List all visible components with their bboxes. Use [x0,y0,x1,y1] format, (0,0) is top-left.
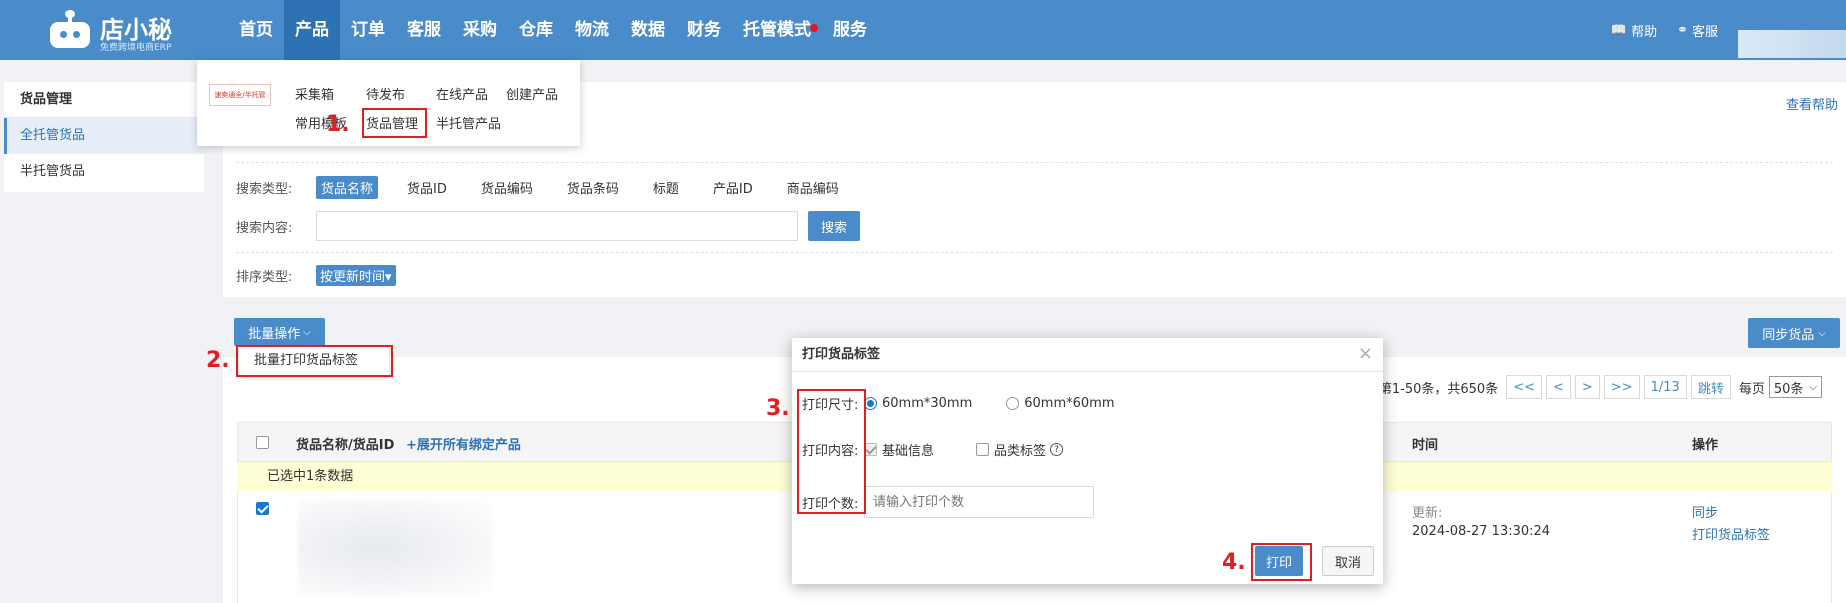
cancel-button[interactable]: 取消 [1322,546,1374,576]
headset-icon: ⚭ [1677,22,1688,38]
nav-purchase[interactable]: 采购 [452,0,508,60]
close-icon[interactable]: × [1358,343,1373,364]
search-type-product-id[interactable]: 产品ID [708,176,758,199]
view-help-link[interactable]: 查看帮助 [1786,94,1838,113]
robot-logo-icon [48,10,92,50]
size-60x30-label: 60mm*30mm [882,396,973,411]
menu-semi-hosted-products[interactable]: 半托管产品 [436,113,501,132]
annotation-box-goods-management [362,108,427,138]
search-type-title[interactable]: 标题 [648,176,684,199]
first-page-button[interactable]: << [1506,375,1543,399]
size-60x60-label: 60mm*60mm [1024,396,1115,411]
nav-orders[interactable]: 订单 [340,0,396,60]
menu-online-products[interactable]: 在线产品 [436,84,488,103]
top-right-links: 📖 帮助 ⚭ 客服 [1611,0,1846,60]
print-count-input[interactable] [864,486,1094,518]
help-link[interactable]: 📖 帮助 [1611,21,1657,40]
search-type-barcode[interactable]: 货品条码 [562,176,624,199]
next-page-button[interactable]: > [1574,375,1600,399]
category-label-checkbox[interactable] [976,443,990,456]
col-time: 时间 [1412,438,1439,453]
page-indicator[interactable]: 1/13 [1643,375,1687,399]
annotation-box-print-button [1251,543,1312,581]
nav-home[interactable]: 首页 [228,0,284,60]
menu-pending-publish[interactable]: 待发布 [366,84,405,103]
user-account-box[interactable] [1738,30,1846,58]
nav-customer-service[interactable]: 客服 [396,0,452,60]
category-label-label: 品类标签 [994,444,1047,459]
nav-finance[interactable]: 财务 [676,0,732,60]
pagination: 第1-50条，共650条 << < > >> 1/13 跳转 每页 50条 ⌵ [1379,375,1822,399]
annotation-1: 1. [326,112,350,137]
batch-operations-button[interactable]: 批量操作 ⌵ [234,318,325,346]
annotation-2: 2. [206,348,230,373]
sort-select[interactable]: 按更新时间▾ [316,265,396,286]
service-link[interactable]: ⚭ 客服 [1677,21,1718,40]
search-type-sku-code[interactable]: 商品编码 [782,176,844,199]
expand-all-link[interactable]: +展开所有绑定产品 [406,434,521,453]
logo[interactable]: 店小秘 免费跨境电商ERP [48,8,178,53]
search-input[interactable] [316,211,798,241]
sort-label: 排序类型: [236,270,293,285]
search-type-goods-code[interactable]: 货品编码 [476,176,538,199]
row-sync-link[interactable]: 同步 [1692,502,1718,521]
menu-collect-box[interactable]: 采集箱 [295,84,334,103]
chevron-down-icon: ⌵ [1818,327,1826,339]
nav-products[interactable]: 产品 [284,0,340,60]
product-thumbnail [298,500,493,595]
row-print-label-link[interactable]: 打印货品标签 [1692,524,1770,543]
nav-logistics[interactable]: 物流 [564,0,620,60]
per-page-select[interactable]: 50条 ⌵ [1768,376,1822,398]
nav-warehouse[interactable]: 仓库 [508,0,564,60]
search-type-goods-name[interactable]: 货品名称 [316,176,379,199]
annotation-box-form-labels [797,389,866,514]
nav-hosted-mode[interactable]: 托管模式 [732,0,822,60]
aliexpress-hosted-badge[interactable]: 速卖通全/半托管 [209,84,271,106]
prev-page-button[interactable]: < [1546,375,1571,399]
question-icon[interactable]: ? [1050,443,1064,456]
chevron-down-icon: ⌵ [303,326,311,338]
chevron-down-icon: ⌵ [1809,381,1817,393]
size-60x60-radio[interactable] [1006,397,1020,410]
search-type-row: 搜索类型: 货品名称 货品ID 货品编码 货品条码 标题 产品ID 商品编码 [236,176,868,199]
sidebar: 货品管理 全托管货品 半托管货品 [4,82,204,192]
logo-subtitle: 免费跨境电商ERP [100,43,172,53]
per-page-label: 每页 [1738,381,1765,397]
main-nav: 首页 产品 订单 客服 采购 仓库 物流 数据 财务 托管模式 服务 [228,0,878,60]
top-nav-bar: 店小秘 免费跨境电商ERP 首页 产品 订单 客服 采购 仓库 物流 数据 财务… [0,0,1846,60]
modal-title: 打印货品标签 [792,338,1383,372]
annotation-4: 4. [1222,550,1246,575]
annotation-3: 3. [766,396,790,421]
col-action: 操作 [1692,438,1719,453]
sync-goods-button[interactable]: 同步货品 ⌵ [1748,318,1840,348]
sidebar-item-semi-hosted[interactable]: 半托管货品 [4,154,204,190]
col-goods-name: 货品名称/货品ID [296,438,395,453]
updated-time: 2024-08-27 13:30:24 [1412,524,1551,539]
book-icon: 📖 [1610,22,1628,38]
jump-button[interactable]: 跳转 [1690,375,1731,399]
updated-label: 更新: [1412,506,1443,521]
last-page-button[interactable]: >> [1603,375,1640,399]
nav-services[interactable]: 服务 [822,0,878,60]
search-content-row: 搜索内容: 搜索 [236,211,860,241]
nav-data[interactable]: 数据 [620,0,676,60]
annotation-box-batch-print [236,345,393,377]
sort-row: 排序类型: 按更新时间▾ [236,265,420,286]
search-type-label: 搜索类型: [236,182,293,197]
search-button[interactable]: 搜索 [808,211,860,241]
row-checkbox[interactable] [256,502,269,515]
basic-info-label: 基础信息 [882,444,935,459]
sidebar-title: 货品管理 [4,82,204,118]
sidebar-item-fully-hosted[interactable]: 全托管货品 [4,118,204,154]
menu-create-product[interactable]: 创建产品 [506,84,558,103]
pagination-summary: 第1-50条，共650条 [1378,381,1499,397]
search-type-goods-id[interactable]: 货品ID [402,176,452,199]
notification-dot [810,24,818,32]
search-content-label: 搜索内容: [236,220,293,236]
select-all-checkbox[interactable] [256,436,269,449]
